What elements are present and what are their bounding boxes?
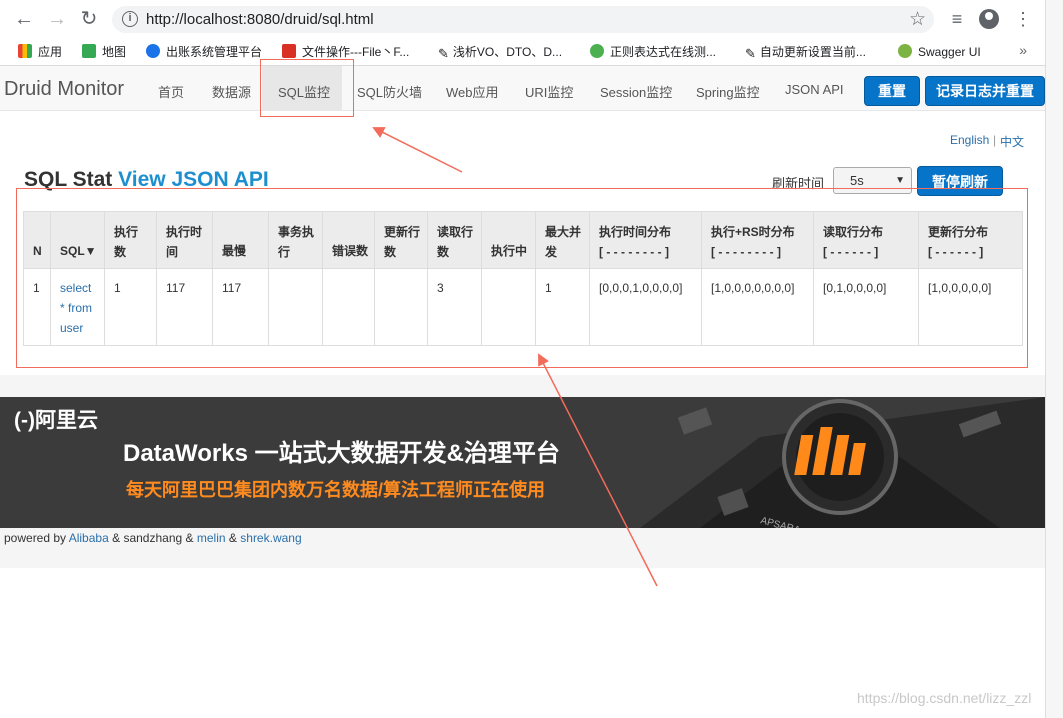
watermark: https://blog.csdn.net/lizz_zzl [857, 690, 1032, 706]
arrow-to-table [538, 353, 658, 587]
annotation-arrows [372, 127, 658, 587]
arrow-to-sql-tab [372, 127, 463, 173]
